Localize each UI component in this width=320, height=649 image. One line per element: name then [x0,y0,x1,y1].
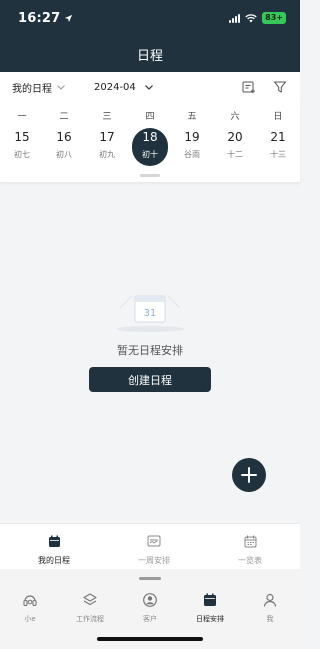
day-number: 19 [184,130,200,144]
weekday-label: 一 [17,112,27,122]
day-cell[interactable]: 六 20 十二 [217,102,253,172]
day-cell-selected[interactable]: 四 18 初十 [132,102,168,172]
user-circle-icon [143,593,157,607]
day-cell[interactable]: 日 21 十三 [260,102,296,172]
illustration-date-number: 31 [144,308,157,319]
weekday-label: 日 [273,112,283,122]
person-icon [263,593,277,607]
nav-label: 工作流程 [76,615,104,623]
tab-week-schedule[interactable]: 一周安排 [114,533,194,566]
lunar-date: 初七 [14,150,30,159]
filter-icon[interactable] [273,80,287,94]
status-bar: 16:27 83+ [0,0,300,36]
location-arrow-icon [65,14,73,22]
lunar-date: 初十 [142,150,158,159]
add-schedule-fab[interactable] [232,458,266,492]
status-time: 16:27 [18,11,73,26]
chevron-down-icon [57,84,65,90]
nav-item-customers[interactable]: 客户 [120,592,180,624]
nav-label: 日程安排 [196,615,224,623]
weekday-label: 五 [187,112,197,122]
month-picker[interactable]: 2024-04 [94,82,153,93]
tab-label: 一周安排 [138,556,170,565]
lunar-date: 谷雨 [184,150,200,159]
empty-calendar-illustration: 31 [116,295,184,332]
create-schedule-button[interactable]: 创建日程 [89,367,211,392]
tab-label: 我的日程 [38,556,70,565]
home-indicator [97,637,203,641]
week-schedule-icon [147,535,161,547]
day-number: 20 [227,130,243,144]
clock-text: 16:27 [18,10,61,26]
day-number: 21 [270,130,286,144]
nav-handle [139,577,161,580]
nav-item-workflow[interactable]: 工作流程 [60,592,120,624]
wifi-icon [245,13,257,22]
day-number: 17 [99,130,115,144]
day-number: 16 [56,130,72,144]
schedule-view-tabs: 我的日程 一周安排 一览表 [0,523,300,569]
nav-item-schedule[interactable]: 日程安排 [180,592,240,624]
plus-icon [241,467,257,483]
tab-label: 一览表 [238,556,262,565]
scope-label: 我的日程 [12,83,52,95]
day-cell[interactable]: 五 19 谷雨 [174,102,210,172]
chevron-down-icon [144,84,153,90]
day-cell[interactable]: 二 16 初八 [46,102,82,172]
nav-label: 小e [24,615,36,623]
weekday-label: 二 [59,112,69,122]
filter-bar: 我的日程 2024-04 [0,72,300,102]
calendar-icon [48,535,60,547]
nav-label: 我 [266,615,274,623]
week-strip: 一 15 初七 二 16 初八 三 17 初九 四 18 初十 五 19 谷雨 … [0,102,300,182]
weekday-label: 四 [145,112,155,122]
layers-icon [83,593,97,606]
calendar-icon [204,593,216,606]
scope-dropdown[interactable]: 我的日程 [12,80,65,95]
nav-item-assistant[interactable]: 小e [0,592,60,624]
lunar-date: 十三 [270,150,286,159]
weekday-label: 三 [102,112,112,122]
day-number: 18 [142,130,158,144]
cellular-signal-icon [229,13,241,23]
day-number: 15 [14,130,30,144]
nav-item-me[interactable]: 我 [240,592,300,624]
calendar-add-icon[interactable] [242,80,256,94]
calendar-overview-icon [244,535,256,548]
month-label: 2024-04 [94,81,136,93]
empty-state-text: 暂无日程安排 [117,344,183,357]
tab-overview[interactable]: 一览表 [210,533,290,566]
lunar-date: 初八 [56,150,72,159]
weekday-label: 六 [230,112,240,122]
tab-my-schedule[interactable]: 我的日程 [14,533,94,566]
status-indicators: 83+ [229,12,286,24]
lunar-date: 初九 [99,150,115,159]
page-title: 日程 [136,48,163,64]
battery-indicator: 83+ [262,12,286,24]
lunar-date: 十二 [227,150,243,159]
week-expand-handle[interactable] [140,174,160,177]
day-cell[interactable]: 一 15 初七 [4,102,40,172]
app-header: 16:27 83+ 日程 [0,0,300,72]
headset-icon [23,595,37,607]
nav-label: 客户 [143,615,157,623]
day-cell[interactable]: 三 17 初九 [89,102,125,172]
